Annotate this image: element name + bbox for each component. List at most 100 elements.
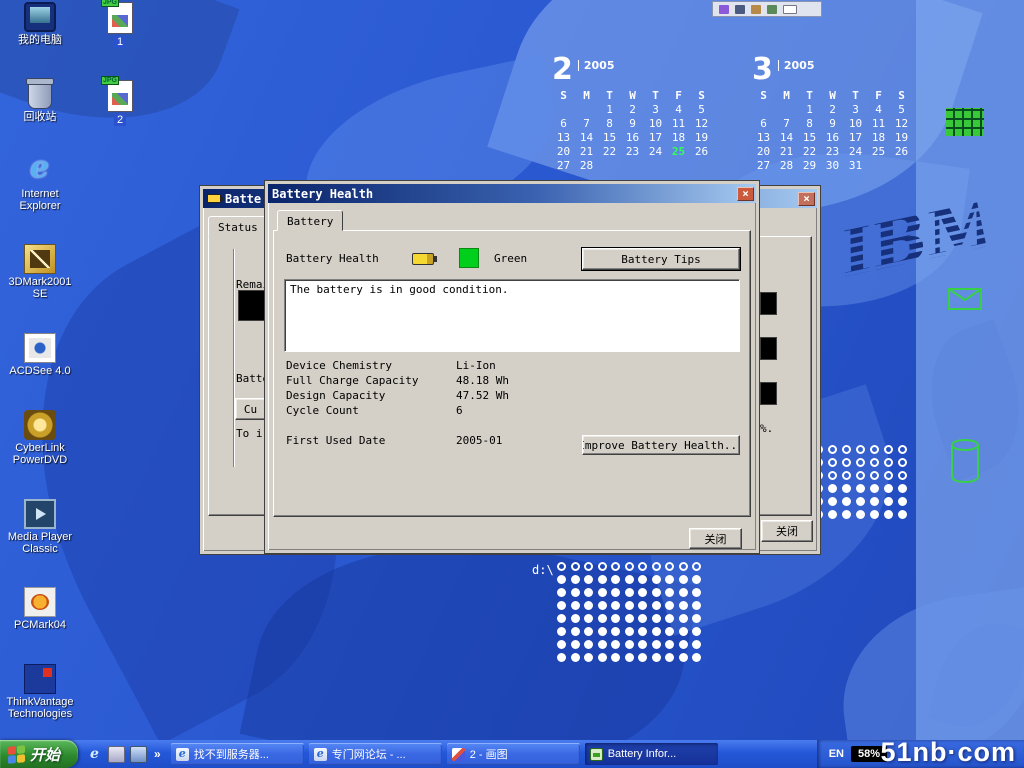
taskbar-task-ie[interactable]: 找不到服务器...: [171, 743, 304, 765]
desktop-icon-pcmark04[interactable]: PCMark04: [2, 587, 78, 631]
dot: [557, 575, 566, 584]
language-indicator[interactable]: EN: [829, 748, 844, 760]
dot: [679, 601, 688, 610]
dot: [625, 562, 634, 571]
battery-status-text: Green: [494, 252, 527, 265]
dot: [665, 653, 674, 662]
quicklaunch-overflow-chevron[interactable]: »: [152, 747, 163, 761]
calendar-header: 2 2005: [552, 55, 720, 89]
dot: [571, 575, 580, 584]
desktop-icon-thinkvantage[interactable]: ThinkVantage Technologies: [2, 664, 78, 720]
jpg-badge: JPG: [101, 0, 119, 7]
acdsee-icon: [24, 333, 56, 363]
dot: [692, 614, 701, 623]
battery-tips-button[interactable]: Battery Tips: [582, 248, 740, 270]
calendar-day: 21: [775, 145, 798, 159]
desktop-icon-label: ThinkVantage Technologies: [2, 696, 78, 720]
power-icon[interactable]: [751, 5, 761, 14]
calendar-day: 19: [690, 131, 713, 145]
first-used-row: First Used Date 2005-01: [286, 434, 502, 449]
dot: [625, 627, 634, 636]
desktop-icon-my-computer[interactable]: 我的电脑: [2, 2, 78, 46]
tab-status[interactable]: Status: [208, 216, 268, 237]
calendar-day: 25: [867, 145, 890, 159]
calendar-day: 22: [798, 145, 821, 159]
dot: [856, 510, 865, 519]
desktop-icon-label: CyberLink PowerDVD: [2, 442, 78, 466]
volume-icon[interactable]: [719, 5, 729, 14]
dot: [692, 653, 701, 662]
dot: [638, 601, 647, 610]
start-label: 开始: [30, 744, 60, 765]
3dmark2001-icon: [24, 244, 56, 274]
quicklaunch-ie-icon[interactable]: e: [86, 746, 103, 763]
dot: [598, 653, 607, 662]
condition-textbox: The battery is in good condition.: [284, 279, 740, 352]
display-icon[interactable]: [735, 5, 745, 14]
desktop-icon-acdsee[interactable]: ACDSee 4.0: [2, 333, 78, 377]
file-label: 1: [114, 36, 126, 48]
quicklaunch-media-icon[interactable]: [108, 746, 125, 763]
desktop-icon-internet-explorer[interactable]: Internet Explorer: [2, 156, 78, 212]
close-icon[interactable]: ×: [737, 187, 754, 201]
dot: [638, 653, 647, 662]
calendar-day: 28: [575, 159, 598, 173]
dot: [611, 562, 620, 571]
calendar-week-row: 6789101112: [552, 117, 720, 131]
desktop-file-2[interactable]: JPG2: [98, 80, 142, 126]
battery-status-color: [459, 248, 479, 268]
dot: [884, 510, 893, 519]
first-used-label: First Used Date: [286, 434, 456, 449]
battery-spec-row: Device ChemistryLi-Ion: [286, 359, 509, 374]
calendar-header: 3 2005: [752, 55, 920, 89]
dot: [842, 497, 851, 506]
calendar-weekday: M: [775, 89, 798, 103]
dot: [870, 510, 879, 519]
window-titlebar[interactable]: Battery Health ×: [268, 184, 756, 203]
desktop-icon-powerdvd[interactable]: CyberLink PowerDVD: [2, 410, 78, 466]
desktop-file-1[interactable]: JPG 1: [98, 2, 142, 48]
task-label: 找不到服务器...: [194, 746, 269, 762]
start-button[interactable]: 开始: [0, 740, 78, 768]
calendar-weekday: S: [690, 89, 713, 103]
keyboard-icon[interactable]: [783, 5, 797, 14]
calendar-day: 8: [598, 117, 621, 131]
dot: [638, 588, 647, 597]
calendar-day: 2: [621, 103, 644, 117]
calendar-day: 17: [644, 131, 667, 145]
ie-icon: [314, 748, 327, 761]
dot: [625, 640, 634, 649]
percent-fragment: %.: [760, 422, 773, 435]
desktop-icon-media-player-classic[interactable]: Media Player Classic: [2, 499, 78, 555]
dot: [665, 575, 674, 584]
taskbar-task-battery[interactable]: Battery Infor...: [585, 743, 718, 765]
tab-battery[interactable]: Battery: [277, 210, 343, 231]
dot: [557, 601, 566, 610]
dot: [652, 562, 661, 571]
close-dialog-button[interactable]: 关闭: [689, 528, 742, 549]
calendar-weekday: W: [621, 89, 644, 103]
taskbar-task-paint[interactable]: 2 - 画图: [447, 743, 580, 765]
close-window-button[interactable]: 关闭: [761, 520, 813, 542]
dot: [679, 653, 688, 662]
desktop-icon-column: 我的电脑回收站 Internet Explorer 3DMark2001 SE ACD…: [2, 2, 78, 720]
calendar-day: 1: [598, 103, 621, 117]
improve-battery-health-button[interactable]: Improve Battery Health...: [582, 435, 740, 455]
calendar-day: 11: [667, 117, 690, 131]
desktop-icon-recycle-bin[interactable]: 回收站: [2, 79, 78, 123]
taskbar-task-ie[interactable]: 专门网论坛 - ...: [309, 743, 442, 765]
battery-spec-value: 47.52 Wh: [456, 389, 509, 404]
dot: [842, 484, 851, 493]
close-icon[interactable]: ×: [798, 192, 815, 206]
my-computer-icon: [24, 2, 56, 32]
dot: [679, 627, 688, 636]
battery-cylinder-icon: [950, 438, 980, 484]
quicklaunch-desktop-icon[interactable]: [130, 746, 147, 763]
dot: [884, 484, 893, 493]
calendar-day: 1: [798, 103, 821, 117]
battery-tray-icon[interactable]: [767, 5, 777, 14]
dot: [638, 640, 647, 649]
task-button-area: 找不到服务器... 专门网论坛 - ...2 - 画图Battery Infor.…: [171, 740, 723, 768]
desktop-icon-3dmark2001[interactable]: 3DMark2001 SE: [2, 244, 78, 300]
cu-button-fragment[interactable]: Cu: [235, 398, 266, 420]
